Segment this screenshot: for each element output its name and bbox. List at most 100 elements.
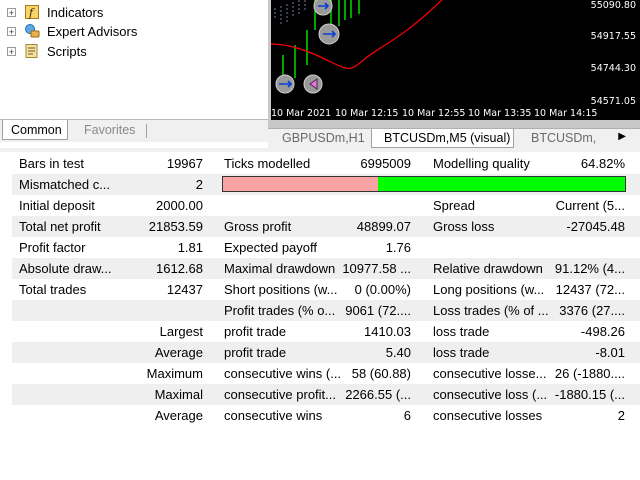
relative-drawdown-label: Relative drawdown bbox=[433, 261, 543, 276]
price-label: 54744.30 bbox=[590, 63, 636, 74]
profit-factor-label: Profit factor bbox=[19, 240, 86, 255]
profit-trades-value: 9061 (72.... bbox=[345, 303, 411, 318]
time-label: 10 Mar 2021 bbox=[271, 108, 332, 119]
maximal-label: Maximal bbox=[154, 387, 203, 402]
report-row: Total trades 12437 Short positions (w...… bbox=[12, 279, 640, 300]
max-consecutive-wins-value: 58 (60.88) bbox=[351, 366, 411, 381]
average-loss-trade-label: loss trade bbox=[433, 345, 490, 360]
strategy-report: Bars in test 19967 Ticks modelled 699500… bbox=[0, 148, 640, 480]
tab-separator bbox=[146, 124, 147, 138]
total-net-profit-value: 21853.59 bbox=[148, 219, 203, 234]
largest-label: Largest bbox=[159, 324, 203, 339]
ticks-modelled-label: Ticks modelled bbox=[224, 156, 311, 171]
largest-loss-trade-label: loss trade bbox=[433, 324, 490, 339]
report-row: Average consecutive wins 6 consecutive l… bbox=[12, 405, 640, 426]
expert-advisors-icon bbox=[24, 23, 40, 39]
report-row: Average profit trade 5.40 loss trade -8.… bbox=[12, 342, 640, 363]
chart-canvas bbox=[271, 0, 443, 94]
quality-bar-mismatched-segment bbox=[223, 177, 378, 191]
time-label: 10 Mar 13:35 bbox=[468, 108, 532, 119]
expected-payoff-value: 1.76 bbox=[385, 240, 411, 255]
report-row: Mismatched c... 2 bbox=[12, 174, 640, 195]
expand-icon[interactable]: + bbox=[7, 26, 16, 36]
modelling-quality-value: 64.82% bbox=[580, 156, 625, 171]
ticks-modelled-value: 6995009 bbox=[360, 156, 411, 171]
long-positions-label: Long positions (w... bbox=[433, 282, 545, 297]
report-row: Profit trades (% o... 9061 (72.... Loss … bbox=[12, 300, 640, 321]
mismatched-charts-value: 2 bbox=[195, 177, 203, 192]
average-consecutive-losses-label: consecutive losses bbox=[433, 408, 543, 423]
maximal-consecutive-loss-value: -1880.15 (... bbox=[554, 387, 625, 402]
price-label: 54917.55 bbox=[590, 31, 636, 42]
time-label: 10 Mar 14:15 bbox=[534, 108, 598, 119]
time-label: 10 Mar 12:15 bbox=[335, 108, 399, 119]
average-consecutive-wins-label: consecutive wins bbox=[224, 408, 323, 423]
bars-in-test-label: Bars in test bbox=[19, 156, 85, 171]
report-row: Bars in test 19967 Ticks modelled 699500… bbox=[12, 153, 640, 174]
maximal-consecutive-profit-value: 2266.55 (... bbox=[345, 387, 411, 402]
maximal-drawdown-value: 10977.58 ... bbox=[342, 261, 411, 276]
gross-profit-value: 48899.07 bbox=[356, 219, 411, 234]
max-consecutive-losses-value: 26 (-1880.... bbox=[554, 366, 625, 381]
max-consecutive-wins-label: consecutive wins (... bbox=[224, 366, 342, 381]
time-label: 10 Mar 12:55 bbox=[402, 108, 466, 119]
average-consecutive-losses-value: 2 bbox=[617, 408, 625, 423]
loss-trades-value: 3376 (27.... bbox=[559, 303, 625, 318]
average-consecutive-wins-value: 6 bbox=[403, 408, 411, 423]
panel-divider[interactable] bbox=[0, 148, 640, 152]
absolute-drawdown-label: Absolute draw... bbox=[19, 261, 112, 276]
report-row: Largest profit trade 1410.03 loss trade … bbox=[12, 321, 640, 342]
gross-loss-label: Gross loss bbox=[433, 219, 495, 234]
expected-payoff-label: Expected payoff bbox=[224, 240, 317, 255]
tab-btcusdm[interactable]: BTCUSDm, bbox=[531, 129, 596, 148]
long-positions-value: 12437 (72... bbox=[555, 282, 625, 297]
average-label: Average bbox=[154, 408, 203, 423]
tab-gbpusdm-h1[interactable]: GBPUSDm,H1 bbox=[282, 129, 365, 148]
report-row: Initial deposit 2000.00 Spread Current (… bbox=[12, 195, 640, 216]
absolute-drawdown-value: 1612.68 bbox=[156, 261, 203, 276]
total-net-profit-label: Total net profit bbox=[19, 219, 101, 234]
chart-tab-bar: GBPUSDm,H1 BTCUSDm,M5 (visual) BTCUSDm, … bbox=[268, 128, 640, 149]
short-positions-value: 0 (0.00%) bbox=[354, 282, 411, 297]
max-consecutive-losses-label: consecutive losse... bbox=[433, 366, 547, 381]
largest-profit-trade-value: 1410.03 bbox=[364, 324, 411, 339]
scripts-icon bbox=[24, 43, 40, 59]
mismatched-charts-label: Mismatched c... bbox=[19, 177, 111, 192]
initial-deposit-label: Initial deposit bbox=[19, 198, 95, 213]
total-trades-value: 12437 bbox=[166, 282, 203, 297]
price-chart[interactable]: 55090.80 54917.55 54744.30 54571.05 10 M… bbox=[271, 0, 640, 120]
expand-icon[interactable]: + bbox=[7, 46, 16, 56]
maximal-consecutive-loss-label: consecutive loss (... bbox=[433, 387, 548, 402]
tree-item-label: Indicators bbox=[47, 4, 104, 20]
gross-profit-label: Gross profit bbox=[224, 219, 292, 234]
maximal-consecutive-profit-label: consecutive profit... bbox=[224, 387, 336, 402]
price-label: 55090.80 bbox=[590, 0, 636, 11]
total-trades-label: Total trades bbox=[19, 282, 87, 297]
report-row: Maximal consecutive profit... 2266.55 (.… bbox=[12, 384, 640, 405]
navigator-panel: + f Indicators + Expert Advisors + Scrip… bbox=[0, 0, 268, 142]
maximum-label: Maximum bbox=[146, 366, 203, 381]
expand-icon[interactable]: + bbox=[7, 7, 16, 17]
maximal-drawdown-label: Maximal drawdown bbox=[224, 261, 336, 276]
average-loss-trade-value: -8.01 bbox=[595, 345, 625, 360]
gross-loss-value: -27045.48 bbox=[566, 219, 625, 234]
tab-common[interactable]: Common bbox=[2, 120, 68, 140]
loss-trades-label: Loss trades (% of ... bbox=[433, 303, 549, 318]
short-positions-label: Short positions (w... bbox=[224, 282, 338, 297]
largest-loss-trade-value: -498.26 bbox=[580, 324, 625, 339]
average-label: Average bbox=[154, 345, 203, 360]
tab-btcusdm-m5-visual[interactable]: BTCUSDm,M5 (visual) bbox=[371, 129, 514, 148]
initial-deposit-value: 2000.00 bbox=[156, 198, 203, 213]
spread-label: Spread bbox=[433, 198, 475, 213]
tab-favorites[interactable]: Favorites bbox=[76, 120, 143, 140]
spread-value: Current (5... bbox=[555, 198, 625, 213]
largest-profit-trade-label: profit trade bbox=[224, 324, 287, 339]
modelling-quality-bar bbox=[222, 176, 626, 192]
indicators-icon: f bbox=[24, 4, 40, 20]
report-row: Profit factor 1.81 Expected payoff 1.76 bbox=[12, 237, 640, 258]
average-profit-trade-value: 5.40 bbox=[385, 345, 411, 360]
report-row: Absolute draw... 1612.68 Maximal drawdow… bbox=[12, 258, 640, 279]
report-row: Total net profit 21853.59 Gross profit 4… bbox=[12, 216, 640, 237]
tab-scroll-right-icon[interactable]: ▶ bbox=[618, 131, 626, 142]
quality-bar-modelled-segment bbox=[377, 177, 625, 191]
